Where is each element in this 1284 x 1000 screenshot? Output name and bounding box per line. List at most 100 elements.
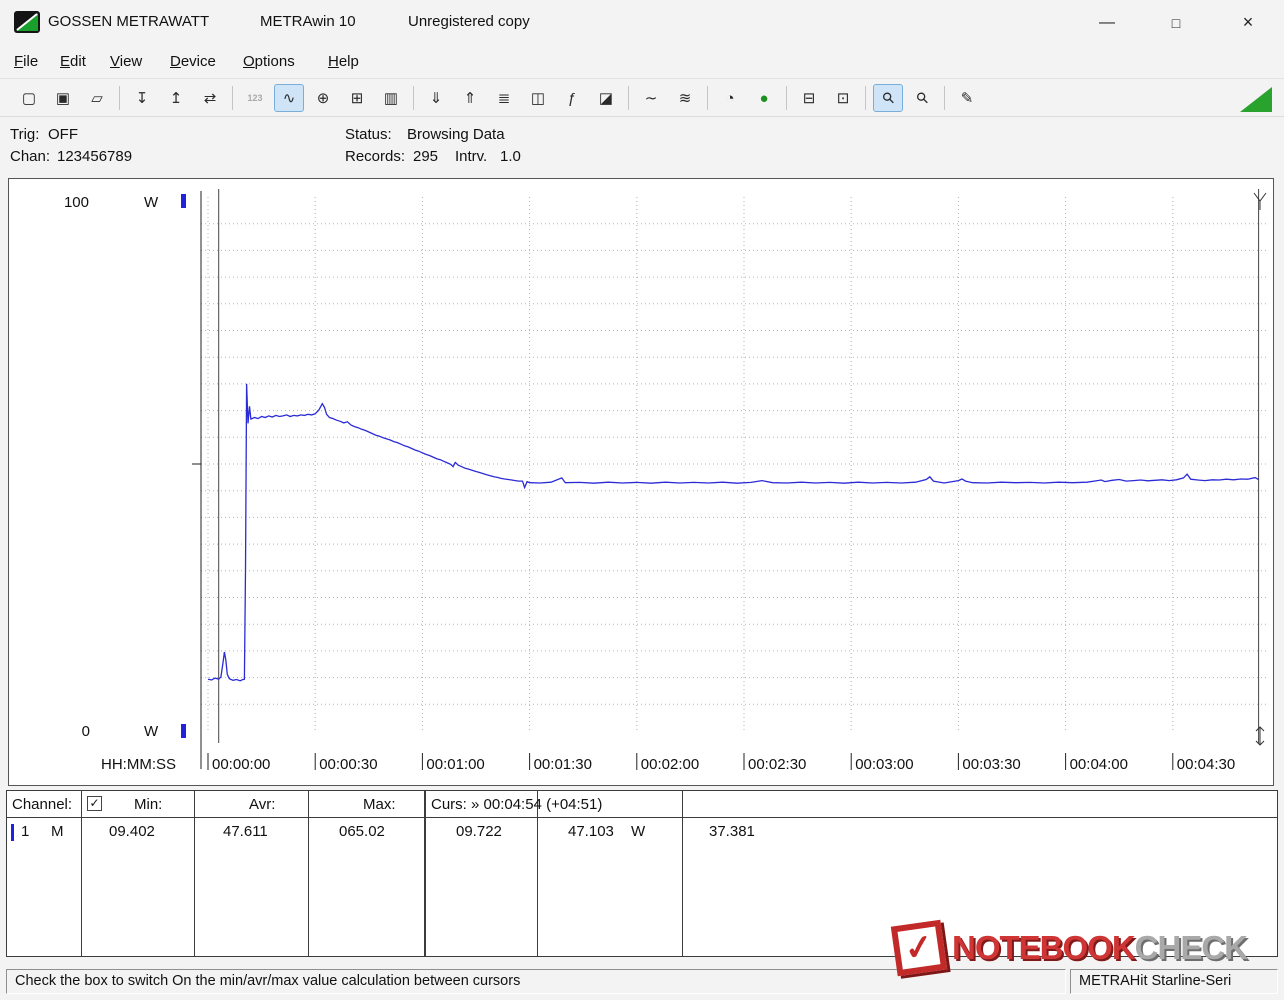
x-tick-label: 00:04:30 (1177, 756, 1235, 773)
x-tick-label: 00:02:00 (641, 756, 699, 773)
minmax-toggle-checkbox[interactable]: ✓ (87, 796, 102, 811)
bargraph-display-button[interactable]: ▥ (376, 84, 406, 112)
function-display-icon: ƒ (568, 90, 576, 107)
gauge-view-button[interactable]: ◔ (715, 84, 745, 112)
chart-trace (208, 384, 1259, 681)
notebookcheck-watermark: ✓ NOTEBOOK CHECK (894, 916, 1247, 980)
toolbar-separator (944, 86, 945, 110)
menu-file[interactable]: File (10, 51, 42, 72)
data-export-button[interactable]: ↧ (127, 84, 157, 112)
menu-view[interactable]: View (106, 51, 146, 72)
maximize-button[interactable]: □ (1153, 0, 1199, 45)
device-upload-icon: ⇑ (464, 89, 477, 107)
menu-options[interactable]: Options (239, 51, 299, 72)
menu-device[interactable]: Device (166, 51, 220, 72)
toolbar-separator (119, 86, 120, 110)
file-save-button[interactable]: ▣ (48, 84, 78, 112)
header-cursor: Curs: » 00:04:54 (+04:51) (431, 796, 602, 813)
function-display-button[interactable]: ƒ (557, 84, 587, 112)
x-tick-label: 00:01:00 (426, 756, 484, 773)
channel-list-icon: ≣ (498, 89, 511, 107)
cell-cursor2: 47.103 (568, 823, 614, 840)
table-column-divider (682, 791, 683, 956)
gauge-view-icon: ◔ (725, 90, 734, 107)
x-tick-label: 00:04:00 (1070, 756, 1128, 773)
info-bar: Trig: OFF Chan: 123456789 Status: Browsi… (0, 117, 1284, 172)
header-channel: Channel: (12, 796, 72, 813)
live-monitor-button[interactable]: ◫ (523, 84, 553, 112)
records-value: 295 (413, 148, 438, 165)
y-max-label: 100 (64, 194, 89, 211)
table-header-divider (7, 817, 1277, 818)
ladybug-icon: ● (759, 90, 768, 107)
device-download-button[interactable]: ⇓ (421, 84, 451, 112)
toolbar-separator (628, 86, 629, 110)
demo-bug-button[interactable]: ● (749, 84, 779, 112)
table-display-icon: ⊞ (351, 89, 364, 107)
interval-value: 1.0 (500, 148, 521, 165)
scope-display-icon: ⊕ (317, 89, 330, 107)
print-button[interactable]: ⊟ (794, 84, 824, 112)
app-logo-icon (14, 11, 40, 33)
trig-value: OFF (48, 126, 78, 143)
menu-help[interactable]: Help (324, 51, 363, 72)
print-preview-icon: ⊡ (837, 89, 850, 107)
cell-avr: 47.611 (223, 823, 268, 840)
cursor-handle-top-icon[interactable] (1254, 193, 1266, 210)
numeric-display-icon: 123 (247, 93, 262, 103)
channel-list-button[interactable]: ≣ (489, 84, 519, 112)
data-transfer-button[interactable]: ⇄ (195, 84, 225, 112)
x-tick-label: 00:03:00 (855, 756, 913, 773)
file-open-button[interactable]: ▱ (82, 84, 112, 112)
titlebar-license: Unregistered copy (408, 13, 530, 30)
menu-edit[interactable]: Edit (56, 51, 90, 72)
zoom-in-button[interactable]: ⚲ (873, 84, 903, 112)
x-tick-label: 00:00:00 (212, 756, 270, 773)
data-export-icon: ↧ (136, 89, 149, 107)
table-column-divider (424, 791, 426, 956)
device-upload-button[interactable]: ⇑ (455, 84, 485, 112)
toolbar-separator (865, 86, 866, 110)
cell-min: 09.402 (109, 823, 155, 840)
cursor-handle-bottom-icon[interactable] (1256, 727, 1264, 745)
table-column-divider (194, 791, 195, 956)
waveform-measure-button[interactable]: ≋ (670, 84, 700, 112)
cell-delta: 37.381 (709, 823, 755, 840)
cell-channel: 1 (21, 823, 29, 840)
scope-display-button[interactable]: ⊕ (308, 84, 338, 112)
close-button[interactable]: × (1225, 0, 1271, 45)
live-monitor-icon: ◫ (531, 89, 545, 107)
zoom-out-button[interactable]: ⚲ (907, 84, 937, 112)
toolbar-separator (707, 86, 708, 110)
file-save-icon: ▣ (56, 89, 70, 107)
file-new-icon: ▢ (22, 89, 36, 107)
annotation-button[interactable]: ✎ (952, 84, 982, 112)
minimize-button[interactable]: — (1084, 0, 1130, 45)
status-value: Browsing Data (407, 126, 505, 143)
chan-label: Chan: (10, 148, 50, 165)
y-axis-bottom-marker (181, 724, 186, 738)
file-open-icon: ▱ (91, 89, 103, 107)
data-import-button[interactable]: ↥ (161, 84, 191, 112)
channel-color-marker (11, 824, 14, 841)
table-display-button[interactable]: ⊞ (342, 84, 372, 112)
cell-mode: M (51, 823, 64, 840)
file-new-button[interactable]: ▢ (14, 84, 44, 112)
table-column-divider (537, 791, 538, 956)
header-min: Min: (134, 796, 162, 813)
print-preview-button[interactable]: ⊡ (828, 84, 858, 112)
chart-cursors[interactable] (219, 189, 1259, 743)
device-download-icon: ⇓ (430, 89, 443, 107)
chan-value: 123456789 (57, 148, 132, 165)
zoom-out-icon: ⚲ (912, 88, 933, 109)
annotation-icon: ✎ (961, 89, 974, 107)
cell-cursor1: 09.722 (456, 823, 502, 840)
device-monitor-button[interactable]: ◪ (591, 84, 621, 112)
waveform-marker-button[interactable]: ∼ (636, 84, 666, 112)
y-unit-bottom-label: W (144, 723, 159, 740)
trig-label: Trig: (10, 126, 39, 143)
chart-display-button[interactable]: ∿ (274, 84, 304, 112)
titlebar: GOSSEN METRAWATT METRAwin 10 Unregistere… (0, 0, 1284, 45)
numeric-display-button[interactable]: 123 (240, 84, 270, 112)
y-min-label: 0 (82, 723, 90, 740)
